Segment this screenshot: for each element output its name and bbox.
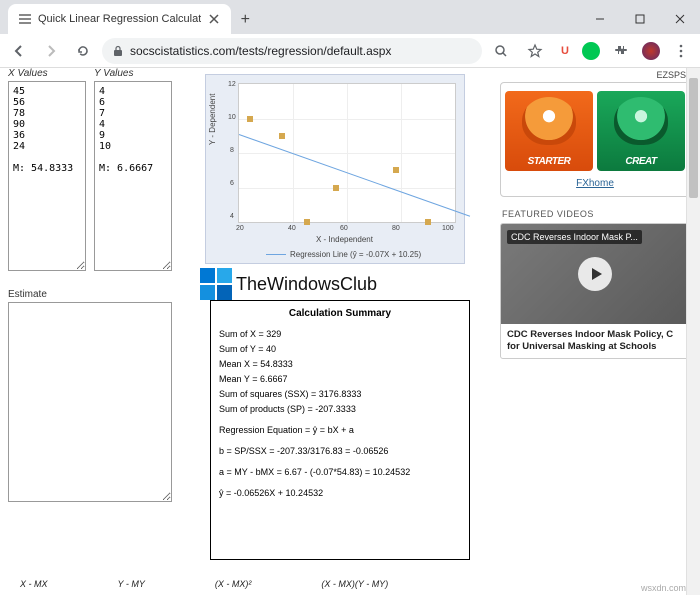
summary-line: ŷ = -0.06526X + 10.24532 bbox=[219, 487, 461, 500]
summary-line: b = SP/SSX = -207.33/3176.83 = -0.06526 bbox=[219, 445, 461, 458]
right-sidebar: EZSPS STARTER CREAT FXhome FEATURED VIDE… bbox=[500, 68, 690, 359]
window-maximize-button[interactable] bbox=[620, 4, 660, 34]
star-icon[interactable] bbox=[522, 38, 548, 64]
video-overlay-title: CDC Reverses Indoor Mask P... bbox=[507, 230, 642, 244]
bottom-label: (X - MX)(Y - MY) bbox=[321, 579, 388, 589]
toolbar-extensions: U bbox=[488, 38, 694, 64]
y-tick: 12 bbox=[228, 81, 236, 88]
x-tick: 60 bbox=[340, 225, 348, 232]
x-tick: 40 bbox=[288, 225, 296, 232]
featured-videos-header: FEATURED VIDEOS bbox=[500, 205, 690, 223]
browser-toolbar: socscistatistics.com/tests/regression/de… bbox=[0, 34, 700, 68]
search-icon[interactable] bbox=[488, 38, 514, 64]
x-axis-label: X - Independent bbox=[316, 235, 373, 244]
y-values-header: Y Values bbox=[94, 68, 172, 79]
chart-legend: Regression Line (ŷ = -0.07X + 10.25) bbox=[266, 250, 421, 259]
y-tick: 4 bbox=[230, 213, 234, 220]
new-tab-button[interactable]: + bbox=[231, 6, 259, 34]
lock-icon bbox=[112, 45, 124, 57]
fxhome-link[interactable]: FXhome bbox=[505, 175, 685, 192]
x-tick: 20 bbox=[236, 225, 244, 232]
scrollbar-thumb[interactable] bbox=[689, 78, 698, 198]
window-minimize-button[interactable] bbox=[580, 4, 620, 34]
summary-line: Mean X = 54.8333 bbox=[219, 358, 461, 371]
regression-chart: 12 10 8 6 4 20 40 60 80 100 X - Independ… bbox=[205, 74, 465, 264]
y-values-textarea[interactable]: 4 6 7 4 9 10 M: 6.6667 bbox=[94, 81, 172, 271]
bottom-label: (X - MX)² bbox=[215, 579, 252, 589]
bottom-label: X - MX bbox=[20, 579, 48, 589]
estimate-textarea[interactable] bbox=[8, 302, 172, 502]
url-text: socscistatistics.com/tests/regression/de… bbox=[130, 44, 391, 58]
y-tick: 10 bbox=[228, 114, 236, 121]
nav-forward-button[interactable] bbox=[38, 38, 64, 64]
summary-line: Regression Equation = ŷ = bX + a bbox=[219, 424, 461, 437]
image-watermark: wsxdn.com bbox=[641, 583, 686, 593]
summary-line: Mean Y = 6.6667 bbox=[219, 373, 461, 386]
bottom-label: Y - MY bbox=[118, 579, 145, 589]
x-tick: 80 bbox=[392, 225, 400, 232]
summary-line: a = MY - bMX = 6.67 - (-0.07*54.83) = 10… bbox=[219, 466, 461, 479]
tab-close-icon[interactable] bbox=[207, 12, 221, 26]
summary-line: Sum of squares (SSX) = 3176.8333 bbox=[219, 388, 461, 401]
summary-title: Calculation Summary bbox=[219, 307, 461, 322]
profile-avatar[interactable] bbox=[642, 42, 660, 60]
mascot-creator: CREAT bbox=[597, 91, 685, 171]
x-tick: 100 bbox=[442, 225, 454, 232]
browser-tab[interactable]: Quick Linear Regression Calculat bbox=[8, 4, 231, 34]
data-point bbox=[247, 116, 253, 122]
video-thumbnail: CDC Reverses Indoor Mask P... bbox=[501, 224, 689, 324]
address-bar[interactable]: socscistatistics.com/tests/regression/de… bbox=[102, 38, 482, 64]
window-controls bbox=[580, 4, 700, 34]
data-point bbox=[425, 219, 431, 225]
summary-line: Sum of X = 329 bbox=[219, 328, 461, 341]
summary-line: Sum of Y = 40 bbox=[219, 343, 461, 356]
page-content: X Values 45 56 78 90 36 24 M: 54.8333 Y … bbox=[0, 68, 700, 595]
data-point bbox=[393, 167, 399, 173]
extension-green-icon[interactable] bbox=[582, 42, 600, 60]
data-point bbox=[279, 133, 285, 139]
site-favicon bbox=[18, 12, 32, 26]
menu-dots-icon[interactable] bbox=[668, 38, 694, 64]
twc-logo-icon bbox=[200, 268, 232, 300]
chart-plot-area bbox=[238, 83, 456, 223]
x-values-textarea[interactable]: 45 56 78 90 36 24 M: 54.8333 bbox=[8, 81, 86, 271]
y-tick: 8 bbox=[230, 147, 234, 154]
data-point bbox=[304, 219, 310, 225]
nav-back-button[interactable] bbox=[6, 38, 32, 64]
nav-reload-button[interactable] bbox=[70, 38, 96, 64]
summary-line: Sum of products (SP) = -207.3333 bbox=[219, 403, 461, 416]
calculation-summary-box: Calculation Summary Sum of X = 329 Sum o… bbox=[210, 300, 470, 560]
window-close-button[interactable] bbox=[660, 4, 700, 34]
residual-labels: X - MX Y - MY (X - MX)² (X - MX)(Y - MY) bbox=[20, 579, 388, 589]
data-point bbox=[333, 185, 339, 191]
x-values-header: X Values bbox=[8, 68, 86, 79]
extensions-puzzle-icon[interactable] bbox=[608, 38, 634, 64]
extension-u-icon[interactable]: U bbox=[556, 42, 574, 60]
featured-video-card[interactable]: CDC Reverses Indoor Mask P... CDC Revers… bbox=[500, 223, 690, 359]
tab-title: Quick Linear Regression Calculat bbox=[38, 13, 201, 25]
vertical-scrollbar[interactable] bbox=[686, 68, 700, 595]
y-axis-label: Y - Dependent bbox=[208, 94, 217, 145]
ad-label-ezsps: EZSPS bbox=[500, 68, 690, 82]
regression-line bbox=[239, 134, 470, 217]
watermark-logo: TheWindowsClub bbox=[200, 268, 377, 300]
y-tick: 6 bbox=[230, 180, 234, 187]
left-column: X Values 45 56 78 90 36 24 M: 54.8333 Y … bbox=[8, 68, 180, 502]
estimate-label: Estimate bbox=[8, 289, 180, 300]
mascot-starter: STARTER bbox=[505, 91, 593, 171]
twc-logo-text: TheWindowsClub bbox=[236, 274, 377, 295]
video-caption: CDC Reverses Indoor Mask Policy, C for U… bbox=[501, 324, 689, 358]
ad-card-fxhome[interactable]: STARTER CREAT FXhome bbox=[500, 82, 690, 197]
play-button-icon[interactable] bbox=[578, 257, 612, 291]
browser-titlebar: Quick Linear Regression Calculat + bbox=[0, 0, 700, 34]
